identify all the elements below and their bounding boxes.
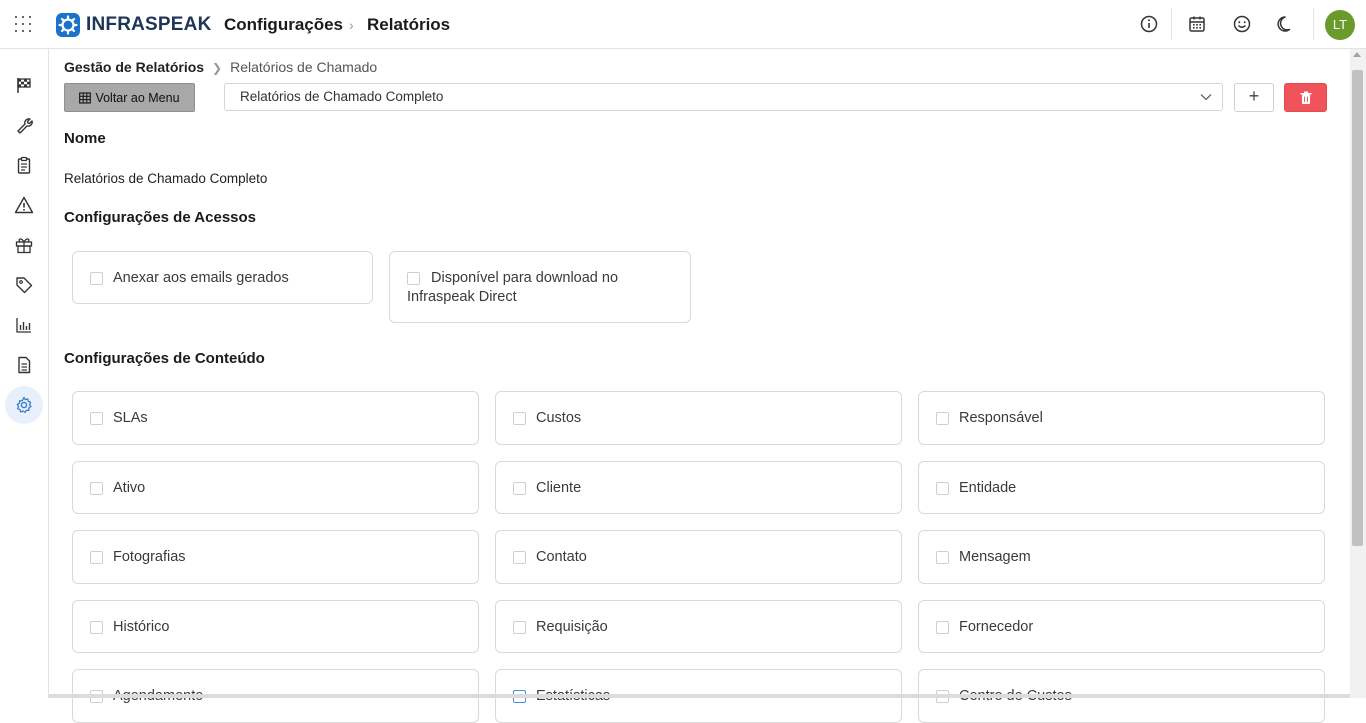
content-option-label: Mensagem (959, 549, 1031, 565)
content-option-label: Histórico (113, 619, 170, 635)
tag-icon[interactable] (5, 266, 43, 304)
content-option-label: Fotografias (113, 549, 186, 565)
main-content: Gestão de Relatórios ❯ Relatórios de Chama… (49, 49, 1349, 723)
content-option-label: Fornecedor (959, 619, 1034, 635)
chart-icon[interactable] (5, 306, 43, 344)
info-icon[interactable] (1139, 14, 1159, 34)
access-section-title: Configurações de Acessos (64, 209, 257, 226)
access-option-label: Anexar aos emails gerados (113, 270, 289, 286)
content-option-responsavel[interactable]: Responsável (918, 391, 1325, 445)
checkbox[interactable] (936, 551, 949, 564)
content-option-label: Ativo (113, 480, 146, 496)
header-crumb-relatorios[interactable]: Relatórios (367, 15, 450, 35)
checkbox[interactable] (90, 621, 103, 634)
content-option-custos[interactable]: Custos (495, 391, 902, 445)
chevron-down-icon (1200, 94, 1212, 101)
trash-icon (1300, 91, 1312, 104)
content-option-label: Cliente (536, 480, 582, 496)
content-option-label: SLAs (113, 410, 148, 426)
apps-grid-icon[interactable] (10, 11, 36, 37)
breadcrumb: Gestão de Relatórios ❯ Relatórios de Chama… (64, 59, 377, 75)
flag-icon[interactable] (5, 66, 43, 104)
document-icon[interactable] (5, 346, 43, 384)
access-option-label: Disponível para download no Infraspeak D… (407, 270, 619, 305)
moon-icon[interactable] (1276, 14, 1296, 34)
content-option-label: Responsável (959, 410, 1043, 426)
wrench-icon[interactable] (5, 106, 43, 144)
user-avatar[interactable]: LT (1325, 10, 1355, 40)
table-icon (79, 91, 92, 104)
top-bar: INFRASPEAK Configurações › Relatórios LT (0, 0, 1366, 49)
delete-report-button[interactable] (1284, 83, 1327, 112)
checkbox[interactable] (936, 482, 949, 495)
checkbox[interactable] (513, 621, 526, 634)
breadcrumb-root[interactable]: Gestão de Relatórios (64, 59, 204, 75)
settings-icon[interactable] (5, 386, 43, 424)
checkbox[interactable] (513, 482, 526, 495)
checkbox[interactable] (90, 551, 103, 564)
checkbox[interactable] (90, 272, 103, 285)
gift-icon[interactable] (5, 226, 43, 264)
chevron-right-icon: ❯ (212, 61, 223, 75)
breadcrumb-current: Relatórios de Chamado (230, 59, 378, 75)
back-to-menu-button[interactable]: Voltar ao Menu (64, 83, 195, 112)
header-crumb-configuracoes[interactable]: Configurações (224, 15, 343, 35)
content-option-requisicao[interactable]: Requisição (495, 600, 902, 653)
content-option-entidade[interactable]: Entidade (918, 461, 1325, 514)
report-select[interactable]: Relatórios de Chamado Completo (224, 83, 1223, 111)
checkbox[interactable] (90, 482, 103, 495)
checkbox[interactable] (936, 621, 949, 634)
checkbox[interactable] (936, 412, 949, 425)
header-crumb-separator: › (349, 17, 354, 33)
content-option-fornecedor[interactable]: Fornecedor (918, 600, 1325, 653)
report-name-value: Relatórios de Chamado Completo (64, 171, 268, 186)
content-option-contato[interactable]: Contato (495, 530, 902, 584)
content-option-label: Contato (536, 549, 587, 565)
scrollbar-thumb[interactable] (1352, 70, 1363, 546)
warning-icon[interactable] (5, 186, 43, 224)
access-option-download-direct[interactable]: Disponível para download no Infraspeak D… (389, 251, 691, 323)
content-option-label: Custos (536, 410, 582, 426)
brand-name: INFRASPEAK (86, 14, 212, 35)
calendar-icon[interactable] (1187, 14, 1207, 34)
horizontal-scrollbar[interactable] (49, 694, 1350, 698)
content-option-cliente[interactable]: Cliente (495, 461, 902, 514)
checkbox[interactable] (90, 412, 103, 425)
infraspeak-logo-icon[interactable] (56, 13, 80, 37)
scroll-up-icon[interactable] (1353, 52, 1361, 57)
access-option-attach-emails[interactable]: Anexar aos emails gerados (72, 251, 373, 304)
clipboard-icon[interactable] (5, 146, 43, 184)
left-sidebar (0, 49, 49, 698)
content-option-label: Entidade (959, 480, 1017, 496)
content-option-label: Requisição (536, 619, 608, 635)
smile-icon[interactable] (1232, 14, 1252, 34)
content-option-ativo[interactable]: Ativo (72, 461, 479, 514)
content-option-historico[interactable]: Histórico (72, 600, 479, 653)
checkbox[interactable] (513, 412, 526, 425)
checkbox[interactable] (513, 551, 526, 564)
report-select-value: Relatórios de Chamado Completo (240, 89, 444, 104)
content-option-slas[interactable]: SLAs (72, 391, 479, 445)
add-report-button[interactable]: + (1234, 83, 1274, 112)
content-option-mensagem[interactable]: Mensagem (918, 530, 1325, 584)
name-section-title: Nome (64, 130, 106, 147)
content-section-title: Configurações de Conteúdo (64, 350, 265, 367)
back-to-menu-label: Voltar ao Menu (95, 90, 180, 105)
content-option-fotografias[interactable]: Fotografias (72, 530, 479, 584)
